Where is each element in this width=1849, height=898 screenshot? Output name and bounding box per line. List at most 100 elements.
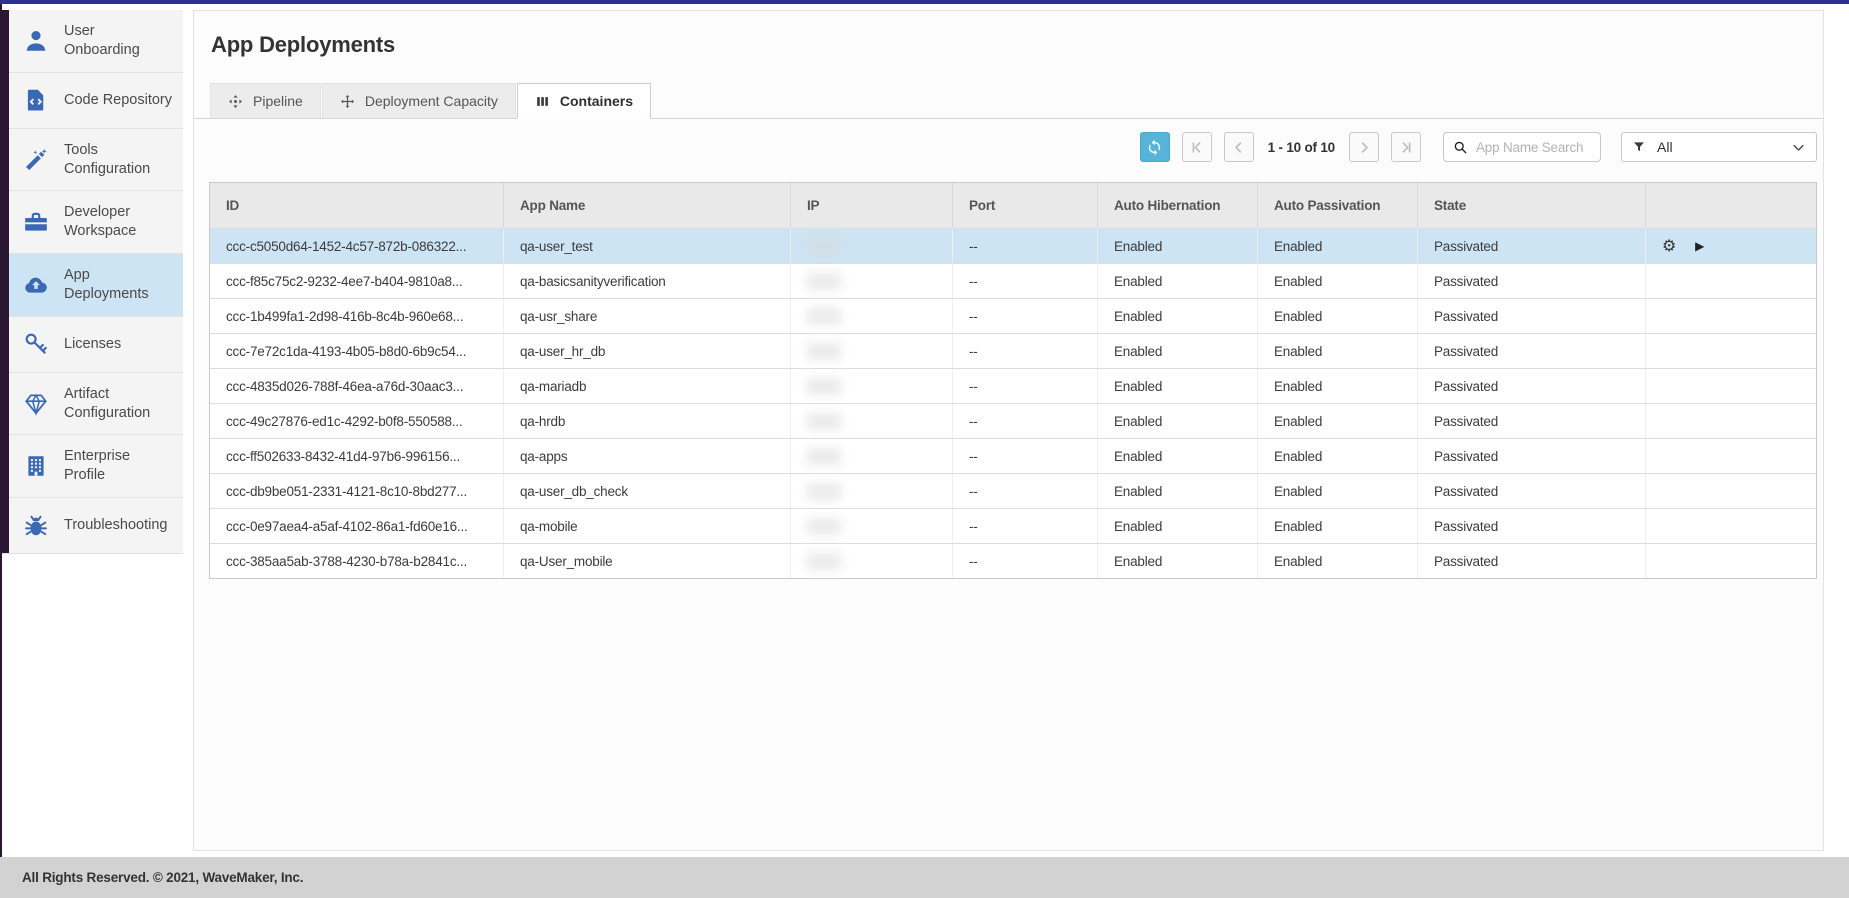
cell-app-name: qa-basicsanityverification (504, 264, 791, 298)
ip-value-redacted (807, 413, 841, 430)
column-header-state[interactable]: State (1418, 183, 1646, 228)
cell-auto-passivation: Enabled (1258, 264, 1418, 298)
table-toolbar: 1 - 10 of 10 All (194, 119, 1823, 173)
cell-id: ccc-f85c75c2-9232-4ee7-b404-9810a8... (210, 264, 504, 298)
cell-auto-passivation: Enabled (1258, 509, 1418, 543)
column-header-port[interactable]: Port (953, 183, 1098, 228)
table-row[interactable]: ccc-db9be051-2331-4121-8c10-8bd277...qa-… (210, 473, 1816, 508)
cell-state: Passivated (1418, 404, 1646, 438)
table-row[interactable]: ccc-0e97aea4-a5af-4102-86a1-fd60e16...qa… (210, 508, 1816, 543)
table-row[interactable]: ccc-7e72c1da-4193-4b05-b8d0-6b9c54...qa-… (210, 333, 1816, 368)
filter-selected-value: All (1657, 139, 1673, 155)
cell-actions (1646, 474, 1816, 508)
column-header-auto-hibernation[interactable]: Auto Hibernation (1098, 183, 1258, 228)
tab-containers[interactable]: Containers (517, 83, 651, 119)
cell-state: Passivated (1418, 509, 1646, 543)
app-name-search-input[interactable] (1476, 140, 1591, 155)
pipeline-icon (228, 94, 243, 109)
cell-state: Passivated (1418, 264, 1646, 298)
containers-table: IDApp NameIPPortAuto HibernationAuto Pas… (209, 182, 1817, 579)
sidebar-item-label: Artifact Configuration (64, 385, 173, 423)
cell-auto-passivation: Enabled (1258, 544, 1418, 578)
cell-ip (791, 264, 953, 298)
cell-auto-passivation: Enabled (1258, 439, 1418, 473)
cell-id: ccc-49c27876-ed1c-4292-b0f8-550588... (210, 404, 504, 438)
table-row[interactable]: ccc-f85c75c2-9232-4ee7-b404-9810a8...qa-… (210, 263, 1816, 298)
sidebar-item-label: Troubleshooting (64, 516, 167, 535)
cell-state: Passivated (1418, 474, 1646, 508)
sidebar-item-troubleshooting[interactable]: Troubleshooting (0, 497, 183, 553)
cell-auto-hibernation: Enabled (1098, 334, 1258, 368)
copyright-text: All Rights Reserved. © 2021, WaveMaker, … (22, 870, 303, 885)
column-header-actions[interactable] (1646, 183, 1816, 228)
sidebar-item-artifact-configuration[interactable]: Artifact Configuration (0, 372, 183, 435)
cell-ip (791, 544, 953, 578)
cell-actions (1646, 404, 1816, 438)
sidebar-item-licenses[interactable]: Licenses (0, 316, 183, 372)
cell-app-name: qa-mariadb (504, 369, 791, 403)
briefcase-icon (22, 209, 49, 236)
pagination-prev-button[interactable] (1224, 132, 1254, 162)
ip-value-redacted (807, 448, 841, 465)
sidebar-item-label: Developer Workspace (64, 203, 173, 241)
column-header-id[interactable]: ID (210, 183, 504, 228)
pagination-first-button[interactable] (1182, 132, 1212, 162)
sidebar-nav: User OnboardingCode RepositoryTools Conf… (0, 10, 183, 554)
sidebar-item-app-deployments[interactable]: App Deployments (0, 253, 183, 316)
cell-state: Passivated (1418, 229, 1646, 263)
cell-state: Passivated (1418, 439, 1646, 473)
table-row[interactable]: ccc-1b499fa1-2d98-416b-8c4b-960e68...qa-… (210, 298, 1816, 333)
cell-id: ccc-4835d026-788f-46ea-a76d-30aac3... (210, 369, 504, 403)
cell-ip (791, 404, 953, 438)
pagination-range-label: 1 - 10 of 10 (1266, 140, 1337, 155)
ip-value-redacted (807, 273, 841, 290)
tab-pipeline[interactable]: Pipeline (210, 83, 321, 118)
column-header-ip[interactable]: IP (791, 183, 953, 228)
sidebar-item-enterprise-profile[interactable]: Enterprise Profile (0, 434, 183, 497)
state-filter-dropdown[interactable]: All (1621, 132, 1817, 162)
cell-state: Passivated (1418, 299, 1646, 333)
cell-id: ccc-385aa5ab-3788-4230-b78a-b2841c... (210, 544, 504, 578)
column-header-auto-passivation[interactable]: Auto Passivation (1258, 183, 1418, 228)
pagination-last-button[interactable] (1391, 132, 1421, 162)
sidebar-item-code-repository[interactable]: Code Repository (0, 72, 183, 128)
cell-port: -- (953, 404, 1098, 438)
cell-auto-passivation: Enabled (1258, 404, 1418, 438)
table-row[interactable]: ccc-385aa5ab-3788-4230-b78a-b2841c...qa-… (210, 543, 1816, 578)
key-icon (22, 331, 49, 358)
table-header-row: IDApp NameIPPortAuto HibernationAuto Pas… (210, 183, 1816, 228)
cell-actions: ⚙▶ (1646, 229, 1816, 263)
tab-label: Containers (560, 93, 633, 109)
pagination-next-button[interactable] (1349, 132, 1379, 162)
ip-value-redacted (807, 483, 841, 500)
search-icon (1453, 140, 1468, 155)
ip-value-redacted (807, 308, 841, 325)
tab-deployment-capacity[interactable]: Deployment Capacity (322, 83, 516, 118)
ip-value-redacted (807, 343, 841, 360)
filter-funnel-icon (1632, 140, 1646, 154)
cell-app-name: qa-usr_share (504, 299, 791, 333)
sidebar-item-user-onboarding[interactable]: User Onboarding (0, 10, 183, 72)
cell-ip (791, 299, 953, 333)
cell-state: Passivated (1418, 334, 1646, 368)
gear-icon[interactable]: ⚙ (1662, 238, 1676, 254)
content-card: App Deployments PipelineDeployment Capac… (193, 10, 1824, 851)
cell-actions (1646, 264, 1816, 298)
cell-app-name: qa-user_hr_db (504, 334, 791, 368)
cell-app-name: qa-mobile (504, 509, 791, 543)
sidebar-item-developer-workspace[interactable]: Developer Workspace (0, 190, 183, 253)
cell-auto-passivation: Enabled (1258, 299, 1418, 333)
cell-auto-hibernation: Enabled (1098, 264, 1258, 298)
cell-auto-hibernation: Enabled (1098, 369, 1258, 403)
left-edge-strip (0, 4, 2, 857)
table-row[interactable]: ccc-49c27876-ed1c-4292-b0f8-550588...qa-… (210, 403, 1816, 438)
refresh-button[interactable] (1140, 132, 1170, 162)
cell-auto-passivation: Enabled (1258, 229, 1418, 263)
sidebar-item-tools-configuration[interactable]: Tools Configuration (0, 128, 183, 191)
table-row[interactable]: ccc-ff502633-8432-41d4-97b6-996156...qa-… (210, 438, 1816, 473)
cell-port: -- (953, 264, 1098, 298)
play-icon[interactable]: ▶ (1695, 240, 1704, 252)
table-row[interactable]: ccc-4835d026-788f-46ea-a76d-30aac3...qa-… (210, 368, 1816, 403)
table-row[interactable]: ccc-c5050d64-1452-4c57-872b-086322...qa-… (210, 228, 1816, 263)
column-header-app-name[interactable]: App Name (504, 183, 791, 228)
